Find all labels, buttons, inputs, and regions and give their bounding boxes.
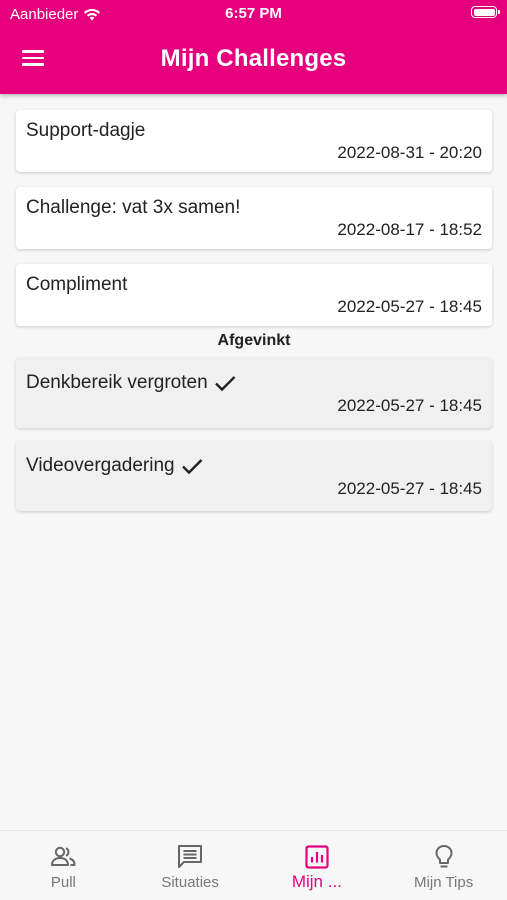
completed-challenge-title: Videovergadering: [26, 455, 175, 476]
challenge-title: Compliment: [26, 274, 128, 295]
challenge-card[interactable]: Support-dagje 2022-08-31 - 20:20: [16, 110, 492, 172]
completed-section-heading: Afgevinkt: [217, 332, 291, 349]
app-header: Aanbieder 6:57 PM Mijn Challenges: [0, 0, 507, 94]
tab-label: Mijn Tips: [414, 874, 474, 891]
tab-pull[interactable]: Pull: [0, 831, 127, 900]
completed-challenge-title-row: Videovergadering: [26, 455, 203, 477]
challenge-card[interactable]: Compliment 2022-05-27 - 18:45: [16, 264, 492, 326]
challenge-date: 2022-08-31 - 20:20: [337, 143, 482, 162]
completed-challenge-title-row: Denkbereik vergroten: [26, 372, 236, 394]
message-icon: [178, 845, 203, 868]
tab-mijn-tips[interactable]: Mijn Tips: [380, 831, 507, 900]
tab-label: Situaties: [161, 874, 219, 891]
completed-challenge-card[interactable]: Videovergadering 2022-05-27 - 18:45: [16, 441, 492, 511]
tab-label: Mijn ...: [291, 872, 342, 891]
completed-challenge-title: Denkbereik vergroten: [26, 372, 208, 393]
challenge-title: Support-dagje: [26, 120, 146, 141]
tab-situaties[interactable]: Situaties: [127, 831, 254, 900]
people-icon: [51, 846, 76, 866]
challenge-title: Challenge: vat 3x samen!: [26, 197, 241, 218]
completed-challenge-date: 2022-05-27 - 18:45: [337, 396, 482, 415]
battery-level: [473, 8, 495, 16]
lightbulb-icon: [435, 845, 453, 868]
status-bar: Aanbieder 6:57 PM: [0, 0, 507, 28]
challenge-date: 2022-08-17 - 18:52: [337, 220, 482, 239]
bottom-tab-bar: Pull Situaties Mijn ... Mijn Tips: [0, 830, 507, 900]
checkmark-icon: [181, 459, 202, 475]
tab-mijn-challenges[interactable]: Mijn ...: [254, 831, 381, 900]
chart-icon: [305, 845, 329, 869]
page-title: Mijn Challenges: [160, 45, 347, 72]
checkmark-icon: [214, 376, 236, 392]
battery-icon: [471, 6, 500, 18]
app-screen: Aanbieder 6:57 PM Mijn Challenges Suppor…: [0, 0, 507, 900]
status-time: 6:57 PM: [225, 5, 282, 22]
tab-label: Pull: [50, 874, 76, 891]
challenge-card[interactable]: Challenge: vat 3x samen! 2022-08-17 - 18…: [16, 187, 492, 249]
challenge-list: Support-dagje 2022-08-31 - 20:20 Challen…: [16, 110, 492, 524]
completed-challenge-card[interactable]: Denkbereik vergroten 2022-05-27 - 18:45: [16, 358, 492, 428]
challenge-date: 2022-05-27 - 18:45: [337, 297, 482, 316]
completed-challenge-date: 2022-05-27 - 18:45: [337, 479, 482, 498]
